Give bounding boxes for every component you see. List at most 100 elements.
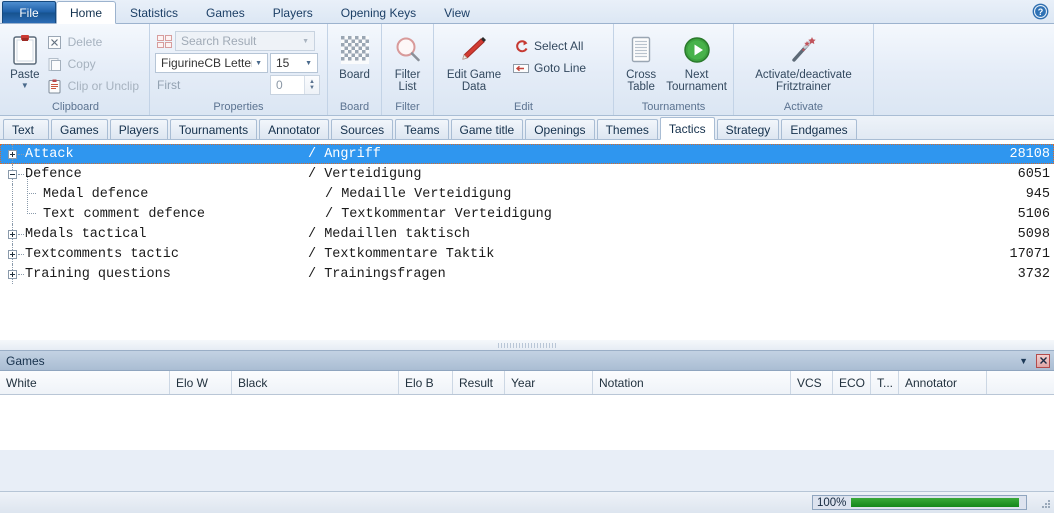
tab-players[interactable]: Players: [110, 119, 168, 139]
tree-expand-icon[interactable]: [8, 250, 17, 259]
games-column-header[interactable]: White: [0, 371, 170, 394]
category-tab-strip: Text Games Players Tournaments Annotator…: [0, 116, 1054, 140]
tree-collapse-icon[interactable]: [8, 170, 17, 179]
delete-button[interactable]: Delete: [43, 31, 144, 53]
tree-row[interactable]: Text comment defence/ Textkommentar Vert…: [0, 204, 1054, 224]
tree-connector-dots: [18, 234, 24, 235]
tree-row[interactable]: Defence/ Verteidigung6051: [0, 164, 1054, 184]
tab-tactics[interactable]: Tactics: [660, 117, 715, 140]
tab-games[interactable]: Games: [51, 119, 108, 139]
activate-fritztrainer-button[interactable]: Activate/deactivate Fritztrainer: [739, 29, 868, 94]
ribbon-tab-view[interactable]: View: [430, 2, 484, 23]
panel-splitter[interactable]: [0, 339, 1054, 351]
magnifier-icon: [393, 33, 423, 67]
tab-game-title[interactable]: Game title: [451, 119, 524, 139]
ribbon-tab-statistics[interactable]: Statistics: [116, 2, 192, 23]
tab-themes[interactable]: Themes: [597, 119, 658, 139]
ribbon-tab-home[interactable]: Home: [56, 1, 116, 24]
games-column-header[interactable]: Result: [453, 371, 505, 394]
delete-x-icon: [46, 33, 64, 51]
tab-openings[interactable]: Openings: [525, 119, 594, 139]
clipboard-icon: [11, 33, 39, 67]
progress-bar: 100%: [812, 495, 1027, 510]
chevron-down-icon[interactable]: ▼: [302, 60, 315, 67]
tree-row-german-name: / Medaille Verteidigung: [325, 187, 511, 202]
ribbon-tab-players[interactable]: Players: [259, 2, 327, 23]
tree-row[interactable]: Medals tactical/ Medaillen taktisch5098: [0, 224, 1054, 244]
next-tournament-button[interactable]: Next Tournament: [665, 29, 728, 94]
first-spinner[interactable]: 0 ▲ ▼: [270, 75, 320, 95]
tab-teams[interactable]: Teams: [395, 119, 448, 139]
ribbon-tab-games[interactable]: Games: [192, 2, 259, 23]
tree-row[interactable]: Medal defence/ Medaille Verteidigung945: [0, 184, 1054, 204]
games-column-header[interactable]: Elo B: [399, 371, 453, 394]
tree-row[interactable]: Training questions/ Trainingsfragen3732: [0, 264, 1054, 284]
clip-list-icon: [46, 77, 64, 95]
spinner-down-icon[interactable]: ▼: [309, 85, 315, 91]
games-column-header[interactable]: Notation: [593, 371, 791, 394]
tree-row-name: Training questions: [25, 267, 171, 282]
svg-text:?: ?: [1038, 7, 1044, 17]
font-combo[interactable]: FigurineCB LetterS ▼: [155, 53, 268, 73]
ribbon-group-edit: Edit Game Data Select All: [434, 24, 614, 115]
tree-expand-icon[interactable]: [8, 270, 17, 279]
file-tab[interactable]: File: [2, 1, 56, 23]
games-column-header[interactable]: Annotator: [899, 371, 987, 394]
edit-game-data-button[interactable]: Edit Game Data: [439, 29, 509, 94]
chevron-down-icon[interactable]: ▼: [299, 38, 312, 45]
tab-tournaments[interactable]: Tournaments: [170, 119, 257, 139]
tab-sources[interactable]: Sources: [331, 119, 393, 139]
help-circle-icon[interactable]: ?: [1032, 3, 1049, 20]
board-group-label: Board: [333, 101, 376, 115]
filter-list-button[interactable]: Filter List: [387, 29, 428, 94]
tree-child-elbow: [27, 195, 36, 214]
paste-button[interactable]: Paste ▼: [7, 29, 43, 90]
tab-annotator[interactable]: Annotator: [259, 119, 329, 139]
games-list[interactable]: [0, 395, 1054, 450]
games-panel-dropdown-icon[interactable]: ▼: [1011, 356, 1036, 366]
spinner-arrows[interactable]: ▲ ▼: [304, 76, 319, 94]
games-column-header[interactable]: Year: [505, 371, 593, 394]
games-column-header[interactable]: T...: [871, 371, 899, 394]
activate-group-label: Activate: [739, 101, 868, 115]
ribbon-empty-area: [874, 24, 1054, 115]
tournaments-group-label: Tournaments: [619, 101, 728, 115]
tree-row-german-name: / Trainingsfragen: [308, 267, 446, 282]
games-column-header[interactable]: Elo W: [170, 371, 232, 394]
tree-expand-icon[interactable]: [8, 150, 17, 159]
window-resize-grip[interactable]: [1041, 500, 1051, 510]
play-circle-icon: [682, 33, 712, 67]
clip-or-unclip-button[interactable]: Clip or Unclip: [43, 75, 144, 97]
games-column-header[interactable]: ECO: [833, 371, 871, 394]
games-panel-close-icon[interactable]: [1036, 354, 1050, 368]
games-column-header[interactable]: [987, 371, 1047, 394]
select-all-label: Select All: [534, 39, 583, 53]
chevron-down-icon[interactable]: ▼: [252, 60, 265, 67]
key-tree-panel[interactable]: Attack/ Angriff28108Defence/ Verteidigun…: [0, 140, 1054, 339]
tree-connector-dots: [18, 254, 24, 255]
select-all-button[interactable]: Select All: [509, 35, 591, 57]
font-size-combo[interactable]: 15 ▼: [270, 53, 318, 73]
copy-button[interactable]: Copy: [43, 53, 144, 75]
ribbon-tab-opening-keys[interactable]: Opening Keys: [327, 2, 430, 23]
paste-dropdown-caret[interactable]: ▼: [21, 82, 29, 89]
board-button[interactable]: Board: [333, 29, 376, 82]
tab-endgames[interactable]: Endgames: [781, 119, 856, 139]
tree-row-german-name: / Angriff: [308, 147, 381, 162]
tree-row-name: Text comment defence: [43, 207, 205, 222]
tab-text[interactable]: Text: [3, 119, 49, 139]
tree-row[interactable]: Textcomments tactic/ Textkommentare Takt…: [0, 244, 1054, 264]
cross-table-label: Cross Table: [620, 69, 662, 93]
goto-line-button[interactable]: Goto Line: [509, 57, 591, 79]
search-result-combo[interactable]: Search Result ▼: [175, 31, 315, 51]
paste-label: Paste: [10, 69, 39, 81]
tab-strategy[interactable]: Strategy: [717, 119, 780, 139]
font-size-value: 15: [276, 56, 302, 70]
tree-row-count: 17071: [1009, 247, 1050, 262]
copy-label: Copy: [68, 57, 96, 71]
cross-table-button[interactable]: Cross Table: [619, 29, 663, 94]
games-column-header[interactable]: VCS: [791, 371, 833, 394]
games-column-header[interactable]: Black: [232, 371, 399, 394]
tree-row[interactable]: Attack/ Angriff28108: [0, 144, 1054, 164]
tree-expand-icon[interactable]: [8, 230, 17, 239]
